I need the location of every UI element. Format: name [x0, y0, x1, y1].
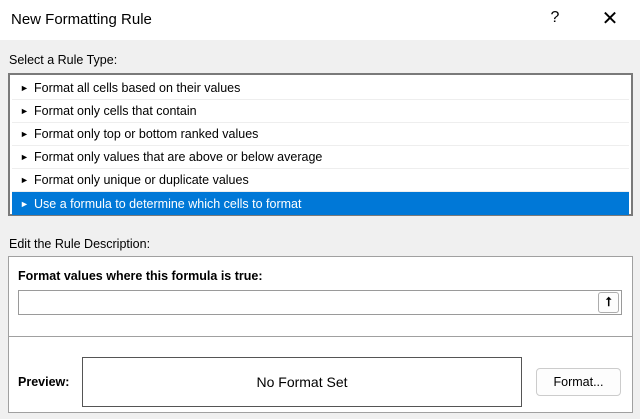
- format-button[interactable]: Format...: [536, 368, 621, 396]
- rule-type-label: Use a formula to determine which cells t…: [34, 196, 302, 211]
- close-button[interactable]: ✕: [598, 6, 622, 31]
- rule-type-list[interactable]: ► Format all cells based on their values …: [8, 73, 633, 216]
- title-bar: New Formatting Rule ? ✕: [0, 0, 640, 40]
- rule-description-panel: Format values where this formula is true…: [8, 256, 633, 413]
- arrow-icon: ►: [20, 198, 29, 209]
- rule-type-label: Format only top or bottom ranked values: [34, 127, 259, 141]
- rule-type-label: Format only cells that contain: [34, 104, 197, 118]
- dialog-title: New Formatting Rule: [11, 11, 152, 28]
- rule-type-label: Format only values that are above or bel…: [34, 150, 323, 164]
- arrow-icon: ►: [20, 106, 29, 116]
- arrow-icon: ►: [20, 83, 29, 93]
- description-label: Edit the Rule Description:: [9, 237, 151, 251]
- help-button[interactable]: ?: [545, 9, 565, 27]
- rule-type-item[interactable]: ► Format only values that are above or be…: [12, 146, 629, 169]
- rule-type-item[interactable]: ► Format all cells based on their values: [12, 77, 629, 100]
- formula-input[interactable]: ⭡: [18, 290, 622, 315]
- upload-arrow-icon: ⭡: [605, 295, 612, 309]
- collapse-dialog-button[interactable]: ⭡: [598, 292, 619, 313]
- preview-box: No Format Set: [82, 357, 522, 407]
- rule-type-item-selected[interactable]: ► Use a formula to determine which cells …: [12, 192, 629, 215]
- formula-label: Format values where this formula is true…: [18, 269, 263, 283]
- rule-type-label: Format all cells based on their values: [34, 81, 241, 95]
- rule-type-label: Select a Rule Type:: [9, 53, 118, 67]
- rule-type-label: Format only unique or duplicate values: [34, 173, 249, 187]
- preview-label: Preview:: [18, 375, 70, 389]
- arrow-icon: ►: [20, 175, 29, 185]
- rule-type-item[interactable]: ► Format only top or bottom ranked values: [12, 123, 629, 146]
- arrow-icon: ►: [20, 152, 29, 162]
- arrow-icon: ►: [20, 129, 29, 139]
- rule-type-item[interactable]: ► Format only unique or duplicate values: [12, 169, 629, 192]
- divider: [9, 336, 632, 337]
- rule-type-item[interactable]: ► Format only cells that contain: [12, 100, 629, 123]
